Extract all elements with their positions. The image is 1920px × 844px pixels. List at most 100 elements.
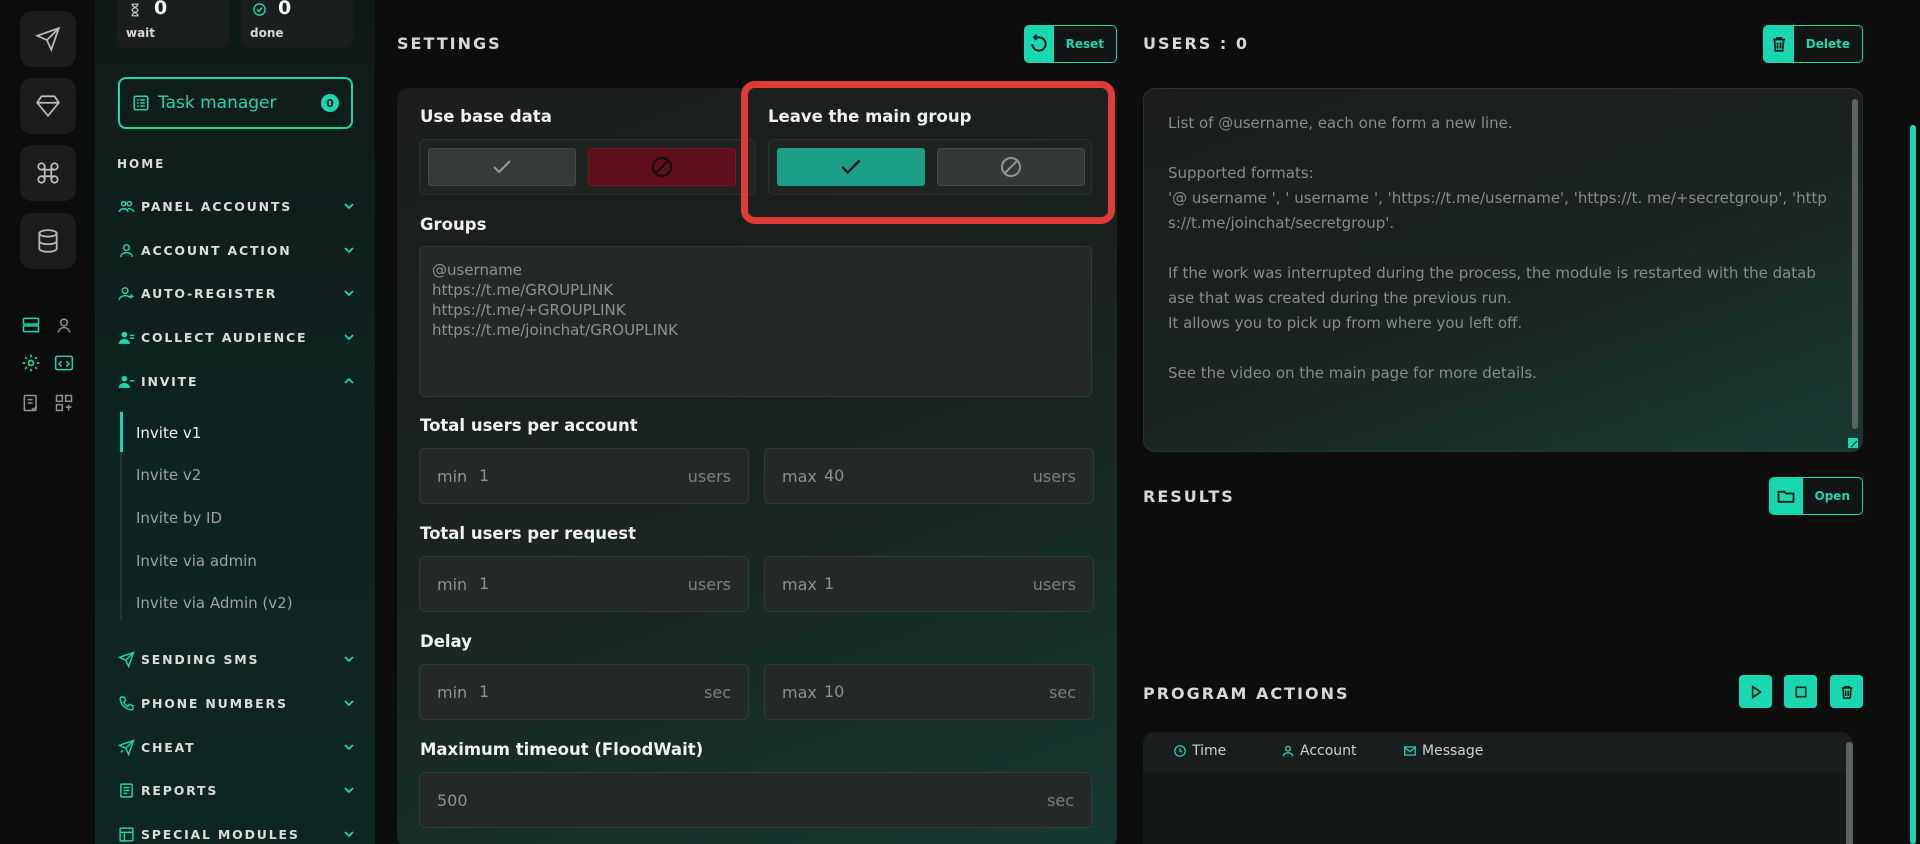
wait-counter: 0 wait — [117, 0, 229, 48]
task-manager-icon — [133, 95, 149, 111]
sub-invite-via-admin[interactable]: Invite via admin — [136, 552, 257, 570]
users-icon — [118, 200, 134, 212]
module-icon — [118, 826, 134, 842]
resize-handle-icon[interactable] — [1848, 438, 1858, 448]
column-message[interactable]: Message — [1403, 743, 1483, 759]
delay-min-input[interactable]: min 1 sec — [419, 664, 749, 720]
open-results-button[interactable]: Open — [1769, 477, 1863, 515]
per-request-label: Total users per request — [420, 524, 636, 543]
chevron-down-icon — [344, 656, 354, 663]
user-icon — [1282, 745, 1294, 757]
stop-button[interactable] — [1784, 675, 1817, 708]
hourglass-icon — [131, 3, 139, 17]
column-account[interactable]: Account — [1281, 743, 1357, 759]
app: 0 wait 0 done Task manager 0 HOME PANEL … — [0, 0, 1920, 844]
sub-invite-by-id[interactable]: Invite by ID — [136, 509, 222, 527]
use-base-data-yes[interactable] — [428, 148, 576, 186]
diamond-icon — [36, 95, 60, 118]
send-icon — [117, 650, 135, 668]
reset-icon — [1031, 34, 1047, 52]
sub-invite-via-admin-v2[interactable]: Invite via Admin (v2) — [136, 594, 293, 612]
delay-label: Delay — [420, 632, 472, 651]
widgets-icon — [55, 394, 73, 412]
per-account-max-input[interactable]: max 40 users — [764, 448, 1094, 504]
premium-nav-button[interactable] — [20, 78, 76, 134]
done-counter: 0 done — [241, 0, 353, 48]
page-scrollbar[interactable] — [1910, 125, 1916, 844]
database-nav-button[interactable] — [20, 213, 76, 269]
sub-invite-v1[interactable]: Invite v1 — [136, 424, 201, 442]
delay-max-input[interactable]: max 10 sec — [764, 664, 1094, 720]
chevron-up-icon — [344, 377, 354, 384]
paper-plane-icon — [35, 26, 61, 52]
users-title: USERS : 0 — [1143, 34, 1249, 53]
cheat-icon — [117, 738, 135, 756]
sidebar: 0 wait 0 done Task manager 0 HOME PANEL … — [95, 0, 375, 844]
groups-textarea[interactable]: @username https://t.me/GROUPLINK https:/… — [419, 246, 1092, 397]
clock-icon — [1174, 745, 1186, 757]
per-request-min-input[interactable]: min 1 users — [419, 556, 749, 612]
database-icon — [38, 229, 58, 253]
timeout-label: Maximum timeout (FloodWait) — [420, 740, 704, 759]
nav-account-action[interactable]: ACCOUNT ACTION — [117, 240, 357, 260]
profile-button[interactable] — [53, 314, 75, 336]
nav-home[interactable]: HOME — [117, 157, 165, 171]
folder-icon — [1777, 490, 1795, 503]
nav-collect-audience[interactable]: COLLECT AUDIENCE — [117, 327, 357, 347]
play-icon — [1751, 684, 1762, 699]
reset-button[interactable]: Reset — [1024, 25, 1117, 63]
command-nav-button[interactable] — [20, 145, 76, 201]
log-scrollbar[interactable] — [1846, 742, 1853, 844]
task-manager-badge: 0 — [321, 94, 339, 112]
settings-button[interactable] — [20, 352, 42, 374]
phone-icon — [118, 695, 134, 711]
nav-phone-numbers[interactable]: PHONE NUMBERS — [117, 693, 357, 713]
nav-invite[interactable]: INVITE — [117, 371, 357, 391]
per-account-label: Total users per account — [420, 416, 638, 435]
chevron-down-icon — [344, 247, 354, 254]
chevron-down-icon — [344, 787, 354, 794]
task-manager-button[interactable]: Task manager 0 — [118, 77, 353, 129]
groups-placeholder: @username https://t.me/GROUPLINK https:/… — [432, 261, 678, 339]
server-settings-button[interactable] — [20, 314, 42, 336]
chevron-down-icon — [344, 290, 354, 297]
nav-panel-accounts[interactable]: PANEL ACCOUNTS — [117, 196, 357, 216]
use-base-data-no[interactable] — [588, 148, 736, 186]
gear-icon — [22, 354, 40, 372]
nav-cheat[interactable]: CHEAT — [117, 737, 357, 757]
done-label: done — [250, 26, 284, 40]
user-plus-icon — [118, 286, 134, 300]
mail-icon — [1404, 746, 1416, 756]
icon-rail — [0, 0, 95, 844]
send-nav-button[interactable] — [20, 11, 76, 67]
chevron-down-icon — [344, 831, 354, 838]
check-icon — [493, 160, 511, 174]
clear-log-button[interactable] — [1830, 675, 1863, 708]
per-request-max-input[interactable]: max 1 users — [764, 556, 1094, 612]
wait-label: wait — [126, 26, 156, 40]
open-label: Open — [1814, 489, 1850, 503]
delete-users-button[interactable]: Delete — [1763, 25, 1863, 63]
highlight-box — [741, 81, 1115, 224]
nav-sending-sms[interactable]: SENDING SMS — [117, 649, 357, 669]
user-invite-icon — [118, 375, 134, 388]
play-button[interactable] — [1739, 675, 1772, 708]
check-circle-icon — [253, 3, 266, 16]
users-textarea[interactable]: List of @username, each one form a new l… — [1143, 88, 1863, 452]
nav-reports[interactable]: REPORTS — [117, 780, 357, 800]
code-button[interactable] — [53, 352, 75, 374]
users-scrollbar[interactable] — [1852, 99, 1858, 429]
nav-special-modules[interactable]: SPECIAL MODULES — [117, 824, 357, 844]
done-count: 0 — [278, 0, 292, 19]
nav-auto-register[interactable]: AUTO-REGISTER — [117, 283, 357, 303]
delete-label: Delete — [1805, 37, 1850, 51]
sub-invite-v2[interactable]: Invite v2 — [136, 466, 201, 484]
use-base-data-toggle — [419, 139, 756, 195]
column-time[interactable]: Time — [1173, 743, 1226, 759]
stop-icon — [1795, 686, 1806, 697]
timeout-input[interactable]: 500 sec — [419, 772, 1092, 828]
widgets-button[interactable] — [53, 392, 75, 414]
tasks-button[interactable] — [20, 392, 42, 414]
user-list-icon — [118, 331, 134, 344]
per-account-min-input[interactable]: min 1 users — [419, 448, 749, 504]
